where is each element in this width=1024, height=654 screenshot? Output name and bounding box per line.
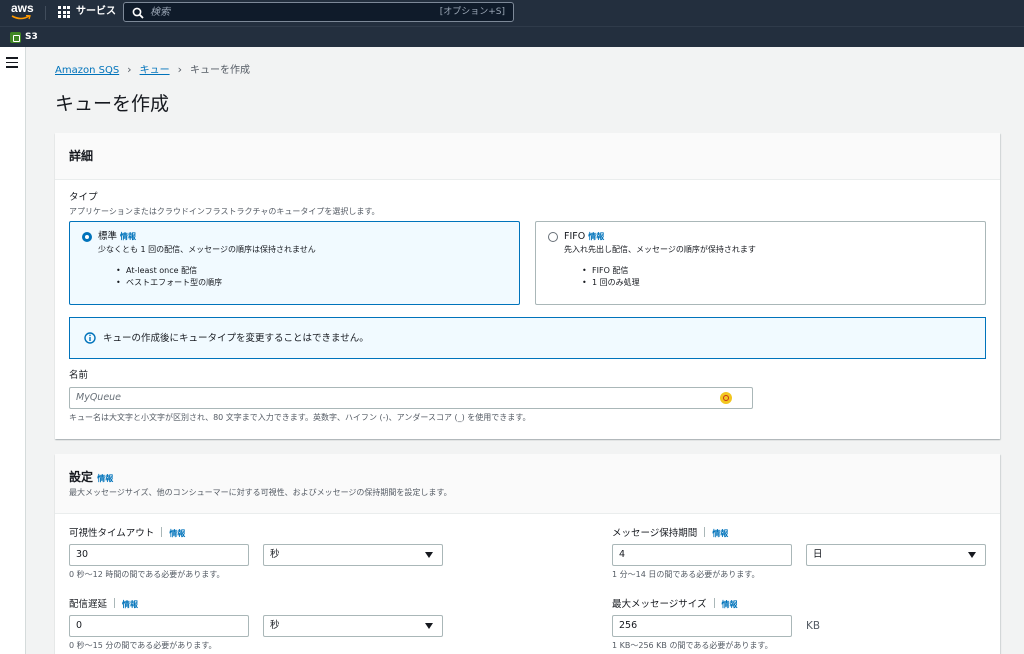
max-size-input[interactable]: 256: [612, 615, 792, 637]
visibility-timeout-unit: 秒: [270, 549, 280, 560]
divider: [114, 598, 116, 608]
settings-title-row: 設定 情報: [69, 469, 113, 487]
list-item: ベストエフォート型の順序: [116, 277, 222, 289]
max-size-label: 最大メッセージサイズ: [612, 599, 707, 610]
fifo-title: FIFO: [564, 231, 586, 242]
list-item: At-least once 配信: [116, 265, 222, 277]
fifo-title-row: FIFO 情報: [564, 230, 604, 243]
menu-icon[interactable]: [6, 57, 18, 68]
queue-type-fifo-tile[interactable]: FIFO 情報 先入れ先出し配信、メッセージの順序が保持されます FIFO 配信…: [535, 221, 986, 305]
delivery-delay-info-link[interactable]: 情報: [122, 600, 138, 609]
details-panel-header: 詳細: [55, 133, 1000, 180]
aws-logo[interactable]: aws: [11, 2, 34, 14]
fifo-info-link[interactable]: 情報: [588, 232, 604, 241]
settings-panel: 設定 情報 最大メッセージサイズ、他のコンシューマーに対する可視性、およびメッセ…: [55, 454, 1000, 654]
breadcrumb-current: キューを作成: [189, 65, 250, 76]
password-manager-icon[interactable]: [720, 392, 732, 404]
services-grid-icon[interactable]: [58, 6, 70, 18]
type-label: タイプ: [69, 192, 98, 203]
name-hint: キュー名は大文字と小文字が区別され、80 文字まで入力できます。英数字、ハイフン…: [69, 413, 531, 422]
search-icon: [132, 7, 144, 19]
caret-down-icon: [425, 623, 433, 629]
chevron-right-icon: ›: [127, 63, 132, 76]
delivery-delay-hint: 0 秒〜15 分の間である必要があります。: [69, 641, 217, 650]
list-item: FIFO 配信: [582, 265, 640, 277]
standard-info-link[interactable]: 情報: [120, 232, 136, 241]
settings-info-link[interactable]: 情報: [97, 474, 113, 483]
search-input[interactable]: [150, 5, 440, 19]
visibility-timeout-input[interactable]: 30: [69, 544, 249, 566]
retention-hint: 1 分〜14 日の間である必要があります。: [612, 570, 760, 579]
divider: [713, 598, 715, 608]
visibility-timeout-hint: 0 秒〜12 時間の間である必要があります。: [69, 570, 225, 579]
caret-down-icon: [425, 552, 433, 558]
breadcrumb: Amazon SQS › キュー › キューを作成: [55, 63, 250, 78]
fifo-radio[interactable]: [548, 232, 558, 242]
delivery-delay-label: 配信遅延: [69, 599, 108, 610]
info-circle-icon: [84, 332, 96, 344]
chevron-right-icon: ›: [177, 63, 182, 76]
aws-smile-icon: [11, 15, 31, 20]
delivery-delay-unit: 秒: [270, 620, 280, 631]
settings-panel-header: 設定 情報 最大メッセージサイズ、他のコンシューマーに対する可視性、およびメッセ…: [55, 454, 1000, 514]
standard-title-row: 標準 情報: [98, 230, 136, 243]
page-title: キューを作成: [55, 93, 170, 115]
favorite-s3-link[interactable]: S3: [25, 31, 38, 43]
caret-down-icon: [968, 552, 976, 558]
retention-info-link[interactable]: 情報: [712, 529, 728, 538]
breadcrumb-queues[interactable]: キュー: [140, 65, 170, 76]
queue-type-standard-tile[interactable]: 標準 情報 少なくとも 1 回の配信、メッセージの順序は保持されません At-l…: [69, 221, 520, 305]
name-label: 名前: [69, 370, 89, 381]
settings-description: 最大メッセージサイズ、他のコンシューマーに対する可視性、およびメッセージの保持期…: [69, 488, 452, 497]
retention-label-row: メッセージ保持期間 情報: [612, 527, 728, 540]
max-size-info-link[interactable]: 情報: [722, 600, 738, 609]
visibility-timeout-info-link[interactable]: 情報: [169, 529, 185, 538]
fifo-description: 先入れ先出し配信、メッセージの順序が保持されます: [564, 245, 756, 254]
search-box[interactable]: [オプション+S]: [123, 2, 514, 22]
divider: [704, 527, 706, 537]
favorites-bar: S3: [0, 26, 1024, 47]
delivery-delay-label-row: 配信遅延 情報: [69, 598, 138, 611]
delivery-delay-input[interactable]: 0: [69, 615, 249, 637]
divider: [161, 527, 163, 537]
visibility-timeout-label: 可視性タイムアウト: [69, 528, 155, 539]
queue-name-input[interactable]: MyQueue: [69, 387, 753, 409]
details-panel: 詳細 タイプ アプリケーションまたはクラウドインフラストラクチャのキュータイプを…: [55, 133, 1000, 439]
max-size-hint: 1 KB〜256 KB の間である必要があります。: [612, 641, 773, 650]
services-menu-button[interactable]: サービス: [76, 5, 116, 19]
top-navigation: aws サービス [オプション+S]: [0, 0, 1024, 26]
search-shortcut-hint: [オプション+S]: [439, 7, 505, 17]
nav-divider: [45, 6, 46, 20]
standard-title: 標準: [98, 231, 118, 242]
s3-icon[interactable]: [10, 32, 21, 43]
delivery-delay-unit-select[interactable]: 秒: [263, 615, 443, 637]
max-size-label-row: 最大メッセージサイズ 情報: [612, 598, 738, 611]
standard-bullets: At-least once 配信 ベストエフォート型の順序: [116, 265, 222, 289]
breadcrumb-amazon-sqs[interactable]: Amazon SQS: [55, 65, 119, 76]
retention-unit-select[interactable]: 日: [806, 544, 986, 566]
list-item: 1 回のみ処理: [582, 277, 640, 289]
visibility-timeout-label-row: 可視性タイムアウト 情報: [69, 527, 185, 540]
details-title: 詳細: [69, 149, 94, 163]
retention-unit: 日: [813, 549, 823, 560]
visibility-timeout-unit-select[interactable]: 秒: [263, 544, 443, 566]
retention-input[interactable]: 4: [612, 544, 792, 566]
side-navigation-strip: [0, 47, 26, 654]
fifo-bullets: FIFO 配信 1 回のみ処理: [582, 265, 640, 289]
max-size-unit: KB: [806, 620, 821, 632]
settings-title: 設定: [69, 470, 94, 484]
alert-text: キューの作成後にキュータイプを変更することはできません。: [103, 333, 369, 344]
retention-label: メッセージ保持期間: [612, 528, 698, 539]
type-description: アプリケーションまたはクラウドインフラストラクチャのキュータイプを選択します。: [69, 207, 380, 216]
standard-description: 少なくとも 1 回の配信、メッセージの順序は保持されません: [98, 245, 316, 254]
standard-radio[interactable]: [82, 232, 92, 242]
queue-type-alert: キューの作成後にキュータイプを変更することはできません。: [69, 317, 986, 359]
